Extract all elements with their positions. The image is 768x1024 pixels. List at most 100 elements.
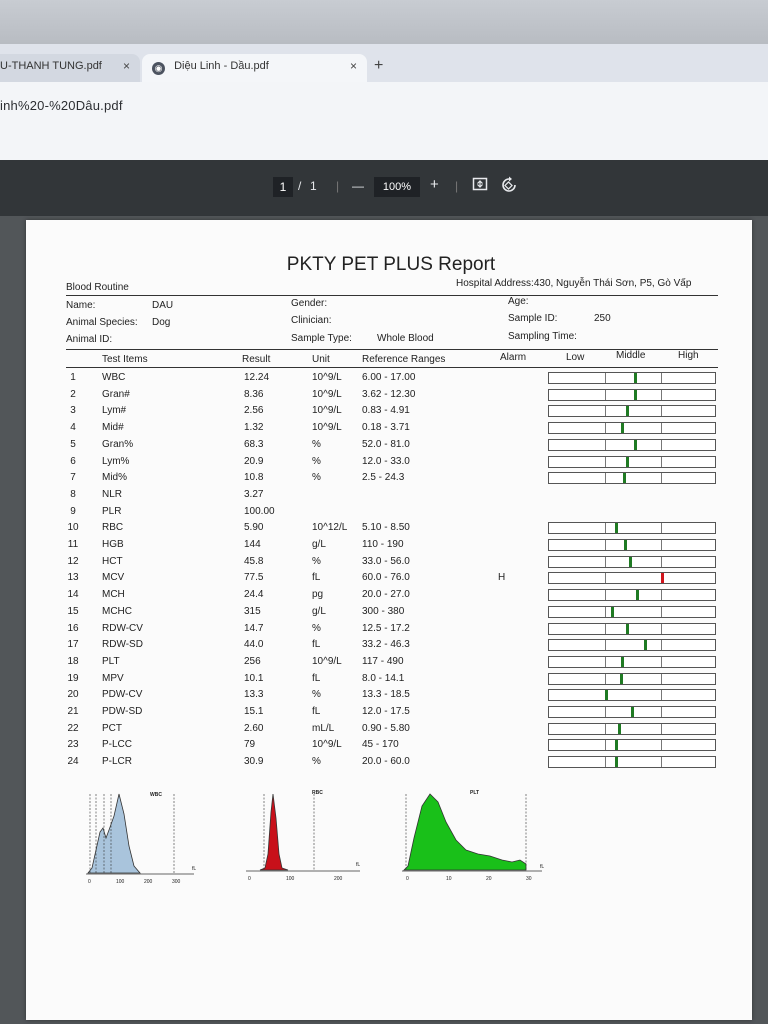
range-marker — [631, 707, 634, 717]
range-bar — [548, 472, 716, 485]
table-row: 6 Lym% 20.9% 12.0 - 33.0 — [26, 454, 752, 470]
reference-range: 0.83 - 4.91 — [362, 405, 410, 417]
col-ref-range: Reference Ranges — [362, 354, 446, 365]
result-value: 100.00 — [244, 505, 275, 517]
row-number: 20 — [67, 689, 79, 701]
range-bar — [548, 572, 716, 585]
close-icon[interactable]: × — [123, 59, 130, 73]
result-value: 3.27 — [244, 488, 264, 500]
gender-label: Gender: — [291, 298, 328, 309]
tab-pdf-2[interactable]: ◉ Diệu Linh - Dầu.pdf × — [142, 54, 367, 82]
range-bar — [548, 706, 716, 718]
header-divider — [66, 295, 718, 296]
address-bar[interactable]: inh%20-%20Dâu.pdf — [0, 82, 768, 160]
globe-icon: ◉ — [152, 62, 165, 75]
range-marker — [615, 523, 618, 534]
test-name: Mid% — [102, 472, 128, 484]
new-tab-button[interactable]: + — [374, 57, 383, 75]
page-number-input[interactable]: 1 — [273, 177, 293, 197]
table-row: 11 HGB 144 g/L 110 - 190 — [26, 537, 752, 553]
table-row: 17 RDW-SD 44.0 fL 33.2 - 46.3 — [26, 637, 752, 653]
table-row: 7 Mid% 10.8% 2.5 - 24.3 — [26, 470, 752, 486]
table-row: 23 P-LCC 79 10^9/L 45 - 170 — [26, 737, 752, 753]
url-text[interactable]: inh%20-%20Dâu.pdf — [0, 98, 123, 113]
range-bar — [548, 589, 716, 602]
result-value: 13.3 — [244, 689, 264, 701]
histogram-title: WBC — [150, 792, 162, 798]
table-row: 15 MCHC 315 g/L 300 - 380 — [26, 604, 752, 620]
screen: U-THANH TUNG.pdf × ◉ Diệu Linh - Dầu.pdf… — [0, 0, 768, 1024]
test-name: PCT — [102, 722, 122, 734]
test-name: HCT — [102, 555, 123, 567]
pdf-viewer[interactable]: PKTY PET PLUS Report Blood Routine Hospi… — [0, 216, 768, 1024]
table-row: 13 MCV 77.5 fL 60.0 - 76.0 H — [26, 570, 752, 586]
sample-id-value: 250 — [594, 313, 611, 324]
range-bar — [548, 756, 716, 769]
row-number: 5 — [70, 438, 76, 450]
reference-range: 12.0 - 33.0 — [362, 455, 410, 467]
unit-label: fL — [192, 866, 196, 872]
col-result: Result — [242, 354, 271, 365]
zoom-out-button[interactable]: — — [352, 179, 364, 193]
unit-value: fL — [312, 572, 321, 584]
tick-label: 30 — [526, 876, 532, 882]
row-number: 8 — [70, 488, 76, 500]
page-total: 1 — [310, 179, 317, 193]
range-bar — [548, 689, 716, 702]
reference-range: 110 - 190 — [362, 539, 404, 550]
tab-pdf-1[interactable]: U-THANH TUNG.pdf × — [0, 54, 140, 82]
range-marker — [615, 757, 618, 768]
row-number: 10 — [67, 522, 79, 534]
close-icon[interactable]: × — [350, 59, 357, 73]
row-number: 1 — [70, 372, 76, 383]
zoom-level[interactable]: 100% — [374, 177, 420, 197]
test-name: Lym% — [102, 455, 130, 467]
range-marker — [626, 623, 629, 634]
zoom-in-button[interactable]: + — [430, 176, 439, 193]
result-value: 1.32 — [244, 422, 264, 434]
unit-label: fL — [356, 862, 360, 868]
table-row: 3 Lym# 2.56 10^9/L 0.83 - 4.91 — [26, 403, 752, 419]
unit-value: % — [312, 756, 321, 768]
result-value: 44.0 — [244, 639, 264, 651]
result-value: 5.90 — [244, 522, 264, 534]
reference-range: 20.0 - 27.0 — [362, 589, 410, 601]
page-separator: / — [298, 179, 302, 193]
result-value: 68.3 — [244, 438, 264, 450]
range-marker — [634, 439, 637, 450]
range-marker — [605, 690, 608, 701]
test-name: Gran% — [102, 438, 134, 450]
col-low: Low — [566, 352, 585, 363]
unit-value: 10^9/L — [312, 405, 342, 417]
row-number: 7 — [70, 472, 76, 484]
range-marker — [611, 606, 614, 617]
table-row: 16 RDW-CV 14.7% 12.5 - 17.2 — [26, 621, 752, 637]
col-middle: Middle — [616, 350, 646, 361]
result-value: 45.8 — [244, 555, 264, 567]
unit-value: 10^9/L — [312, 422, 342, 434]
range-bar — [548, 388, 716, 401]
unit-value: 10^9/L — [312, 739, 342, 751]
tab-title: Diệu Linh - Dầu.pdf — [174, 60, 269, 72]
unit-value: % — [312, 689, 321, 701]
reference-range: 3.62 - 12.30 — [362, 388, 416, 400]
pdf-page: PKTY PET PLUS Report Blood Routine Hospi… — [26, 220, 752, 1020]
alarm-flag: H — [498, 572, 506, 584]
unit-value: g/L — [312, 605, 326, 617]
result-value: 8.36 — [244, 388, 264, 400]
name-value: DAU — [152, 300, 174, 311]
unit-value: % — [312, 622, 321, 634]
row-number: 3 — [70, 405, 76, 417]
unit-value: % — [312, 472, 321, 484]
test-name: P-LCR — [102, 756, 133, 768]
fit-page-icon[interactable] — [472, 176, 488, 196]
row-number: 14 — [67, 589, 79, 601]
test-name: MCHC — [102, 605, 132, 617]
result-value: 77.5 — [244, 572, 264, 584]
unit-value: 10^9/L — [312, 388, 342, 400]
rotate-icon[interactable] — [500, 176, 518, 198]
result-value: 315 — [244, 605, 261, 617]
range-bar — [548, 672, 716, 685]
tick-label: 0 — [406, 876, 409, 882]
range-marker — [626, 406, 629, 417]
